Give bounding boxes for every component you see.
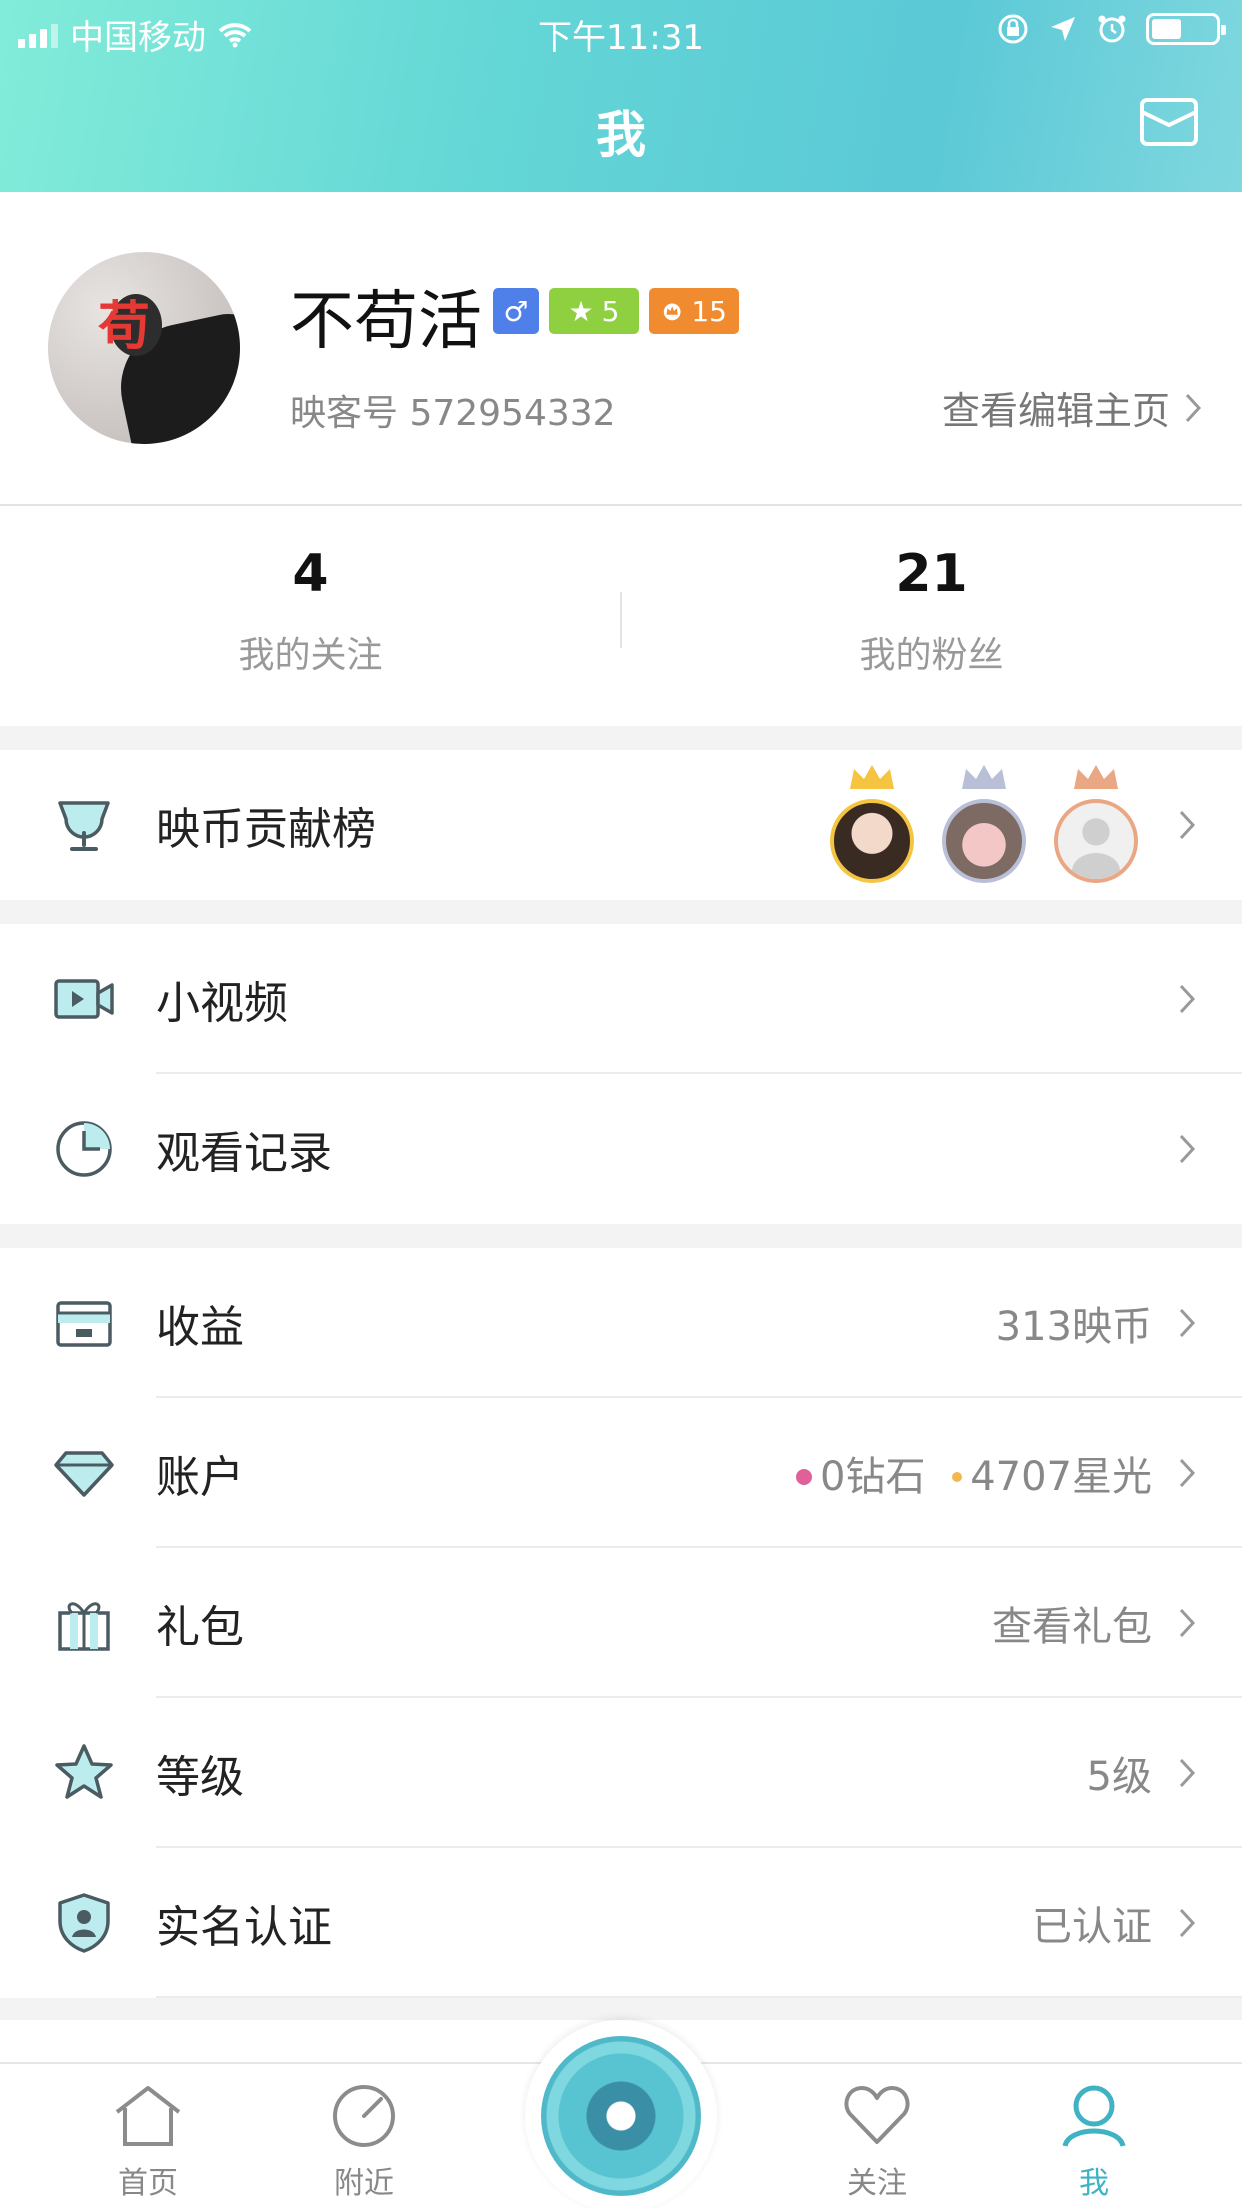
contribution-label: 映币贡献榜 [156,804,376,855]
tab-home[interactable]: 首页 [78,2082,218,2202]
profile-header[interactable]: 苟 不苟活 ♂ ★ 5 15 映客号 572954332 查看编辑主页 [0,192,1242,504]
diamonds-value: 0钻石 [820,1454,926,1500]
menu-item-label: 小视频 [156,978,288,1029]
trophy-icon [52,793,116,857]
tab-me[interactable]: 我 [1024,2082,1164,2202]
level-value: 5级 [1086,1754,1152,1800]
diamond-icon [52,1441,116,1505]
shield-user-icon [52,1891,116,1955]
chevron-right-icon [1179,810,1196,840]
user-id: 映客号 572954332 [290,393,616,434]
status-bar: 中国移动 下午11:31 [0,0,1242,64]
menu-item-gift[interactable]: 礼包 查看礼包 [0,1548,1242,1698]
gift-value: 查看礼包 [992,1604,1152,1650]
starlight-dot-icon [952,1472,963,1482]
fans-count: 21 [895,544,968,604]
menu-item-label: 收益 [156,1302,244,1353]
following-stat[interactable]: 4 我的关注 [0,544,621,678]
contribution-row[interactable]: 映币贡献榜 [0,750,1242,900]
top-bar: 中国移动 下午11:31 我 [0,0,1242,192]
contributor-avatars [830,765,1138,883]
tab-label: 我 [1079,2166,1109,2201]
following-label: 我的关注 [238,635,383,676]
menu-item-short-video[interactable]: 小视频 [0,924,1242,1074]
username: 不苟活 [290,285,482,359]
menu-item-label: 等级 [156,1752,244,1803]
battery-icon [1146,13,1226,45]
page-title: 我 [596,106,646,164]
menu-item-level[interactable]: 等级 5级 [0,1698,1242,1848]
chevron-right-icon [1179,1458,1196,1488]
rotation-lock-icon [998,14,1028,44]
tab-label: 关注 [847,2166,907,2201]
chevron-right-icon [1179,1758,1196,1788]
menu-item-label: 实名认证 [156,1902,332,1953]
account-balance: 0钻石 4707星光 [796,1444,1152,1502]
star-outline-icon [52,1741,116,1805]
location-icon [1051,17,1075,41]
level-badge-value: 5 [601,294,620,328]
income-value: 313映币 [995,1304,1152,1350]
male-icon: ♂ [493,288,539,334]
account-menu: 收益 313映币 账户 0钻石 4707星光 礼包 查看礼包 等级 5级 实名认… [0,1248,1242,1998]
alarm-icon [1098,15,1126,43]
tab-following[interactable]: 关注 [807,2082,947,2202]
mail-icon[interactable] [1140,98,1198,146]
wallet-icon [52,1291,116,1355]
gift-icon [52,1591,116,1655]
chevron-right-icon [1179,1134,1196,1164]
menu-item-label: 礼包 [156,1602,244,1653]
menu-item-label: 观看记录 [156,1128,332,1179]
start-live-button[interactable] [541,2036,701,2196]
level-badge: ★ 5 [549,288,639,334]
media-menu: 小视频 观看记录 [0,924,1242,1224]
contributor-avatar [1054,765,1138,883]
verify-value: 已认证 [1032,1904,1152,1950]
starlight-value: 4707星光 [970,1454,1152,1500]
menu-item-watch-history[interactable]: 观看记录 [0,1074,1242,1224]
video-camera-icon [52,967,116,1031]
tab-label: 附近 [334,2166,394,2201]
contributor-avatar [942,765,1026,883]
follow-stats: 4 我的关注 21 我的粉丝 [0,504,1242,726]
compass-icon [333,2085,395,2147]
crown-icon [663,303,681,321]
menu-item-verification[interactable]: 实名认证 已认证 [0,1848,1242,1998]
tab-nearby[interactable]: 附近 [294,2082,434,2202]
chevron-right-icon [1179,1908,1196,1938]
star-icon: ★ [568,294,594,328]
chevron-right-icon [1185,393,1202,422]
heart-icon [844,2086,910,2144]
edit-profile-label: 查看编辑主页 [941,389,1170,433]
following-count: 4 [292,544,329,604]
fans-label: 我的粉丝 [859,635,1004,676]
menu-item-income[interactable]: 收益 313映币 [0,1248,1242,1398]
edit-profile-link[interactable]: 查看编辑主页 [942,380,1202,435]
crown-badge: 15 [649,288,739,334]
fans-stat[interactable]: 21 我的粉丝 [621,544,1242,678]
menu-item-label: 账户 [156,1452,244,1503]
chevron-right-icon [1179,1308,1196,1338]
home-icon [115,2086,181,2146]
crown-badge-value: 15 [691,294,727,328]
user-badges: ♂ ★ 5 15 [493,288,739,334]
chevron-right-icon [1179,1608,1196,1638]
contributor-avatar [830,765,914,883]
menu-item-account[interactable]: 账户 0钻石 4707星光 [0,1398,1242,1548]
user-icon [1062,2085,1126,2147]
diamond-dot-icon [796,1469,813,1485]
avatar[interactable]: 苟 [48,252,240,444]
contribution-card: 映币贡献榜 [0,750,1242,900]
tab-label: 首页 [118,2166,178,2201]
chevron-right-icon [1179,984,1196,1014]
history-clock-icon [52,1117,116,1181]
